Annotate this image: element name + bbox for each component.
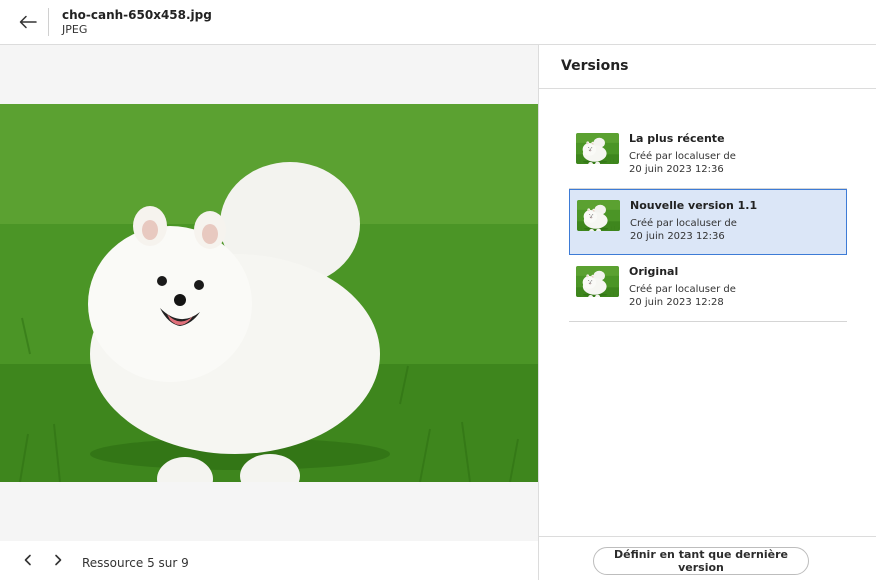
version-label: La plus récente bbox=[629, 132, 725, 145]
version-label: Original bbox=[629, 265, 679, 278]
version-thumbnail bbox=[576, 266, 619, 297]
asset-preview bbox=[0, 45, 538, 541]
versions-title: Versions bbox=[561, 58, 629, 74]
version-creator: Créé par localuser de bbox=[629, 151, 736, 162]
header-divider bbox=[48, 8, 49, 36]
file-type: JPEG bbox=[62, 23, 88, 36]
version-item-latest[interactable]: La plus récente Créé par localuser de 20… bbox=[569, 123, 847, 189]
file-name: cho-canh-650x458.jpg bbox=[62, 8, 212, 22]
version-label: Nouvelle version 1.1 bbox=[630, 199, 758, 212]
panel-divider bbox=[539, 88, 876, 89]
version-date: 20 juin 2023 12:36 bbox=[630, 231, 725, 242]
asset-image bbox=[0, 104, 538, 482]
version-date: 20 juin 2023 12:36 bbox=[629, 164, 724, 175]
chevron-right-icon bbox=[55, 554, 62, 566]
version-date: 20 juin 2023 12:28 bbox=[629, 297, 724, 308]
version-creator: Créé par localuser de bbox=[629, 284, 736, 295]
asset-navigation: Ressource 5 sur 9 bbox=[0, 541, 538, 580]
version-thumbnail bbox=[576, 133, 619, 164]
chevron-left-icon bbox=[24, 554, 31, 566]
panel-footer-divider bbox=[539, 536, 876, 537]
version-thumbnail bbox=[577, 200, 620, 231]
version-item-1-1[interactable]: Nouvelle version 1.1 Créé par localuser … bbox=[569, 189, 847, 255]
version-creator: Créé par localuser de bbox=[630, 218, 737, 229]
top-bar: cho-canh-650x458.jpg JPEG bbox=[0, 0, 876, 45]
versions-panel: Versions La plus récente Créé par localu… bbox=[538, 45, 876, 580]
previous-asset-button[interactable] bbox=[18, 550, 38, 570]
set-as-latest-version-button[interactable]: Définir en tant que dernière version bbox=[593, 547, 809, 575]
resource-counter: Ressource 5 sur 9 bbox=[82, 556, 189, 570]
next-asset-button[interactable] bbox=[48, 550, 68, 570]
back-button[interactable] bbox=[14, 9, 42, 35]
version-item-original[interactable]: Original Créé par localuser de 20 juin 2… bbox=[569, 256, 847, 322]
arrow-left-icon bbox=[19, 15, 37, 29]
